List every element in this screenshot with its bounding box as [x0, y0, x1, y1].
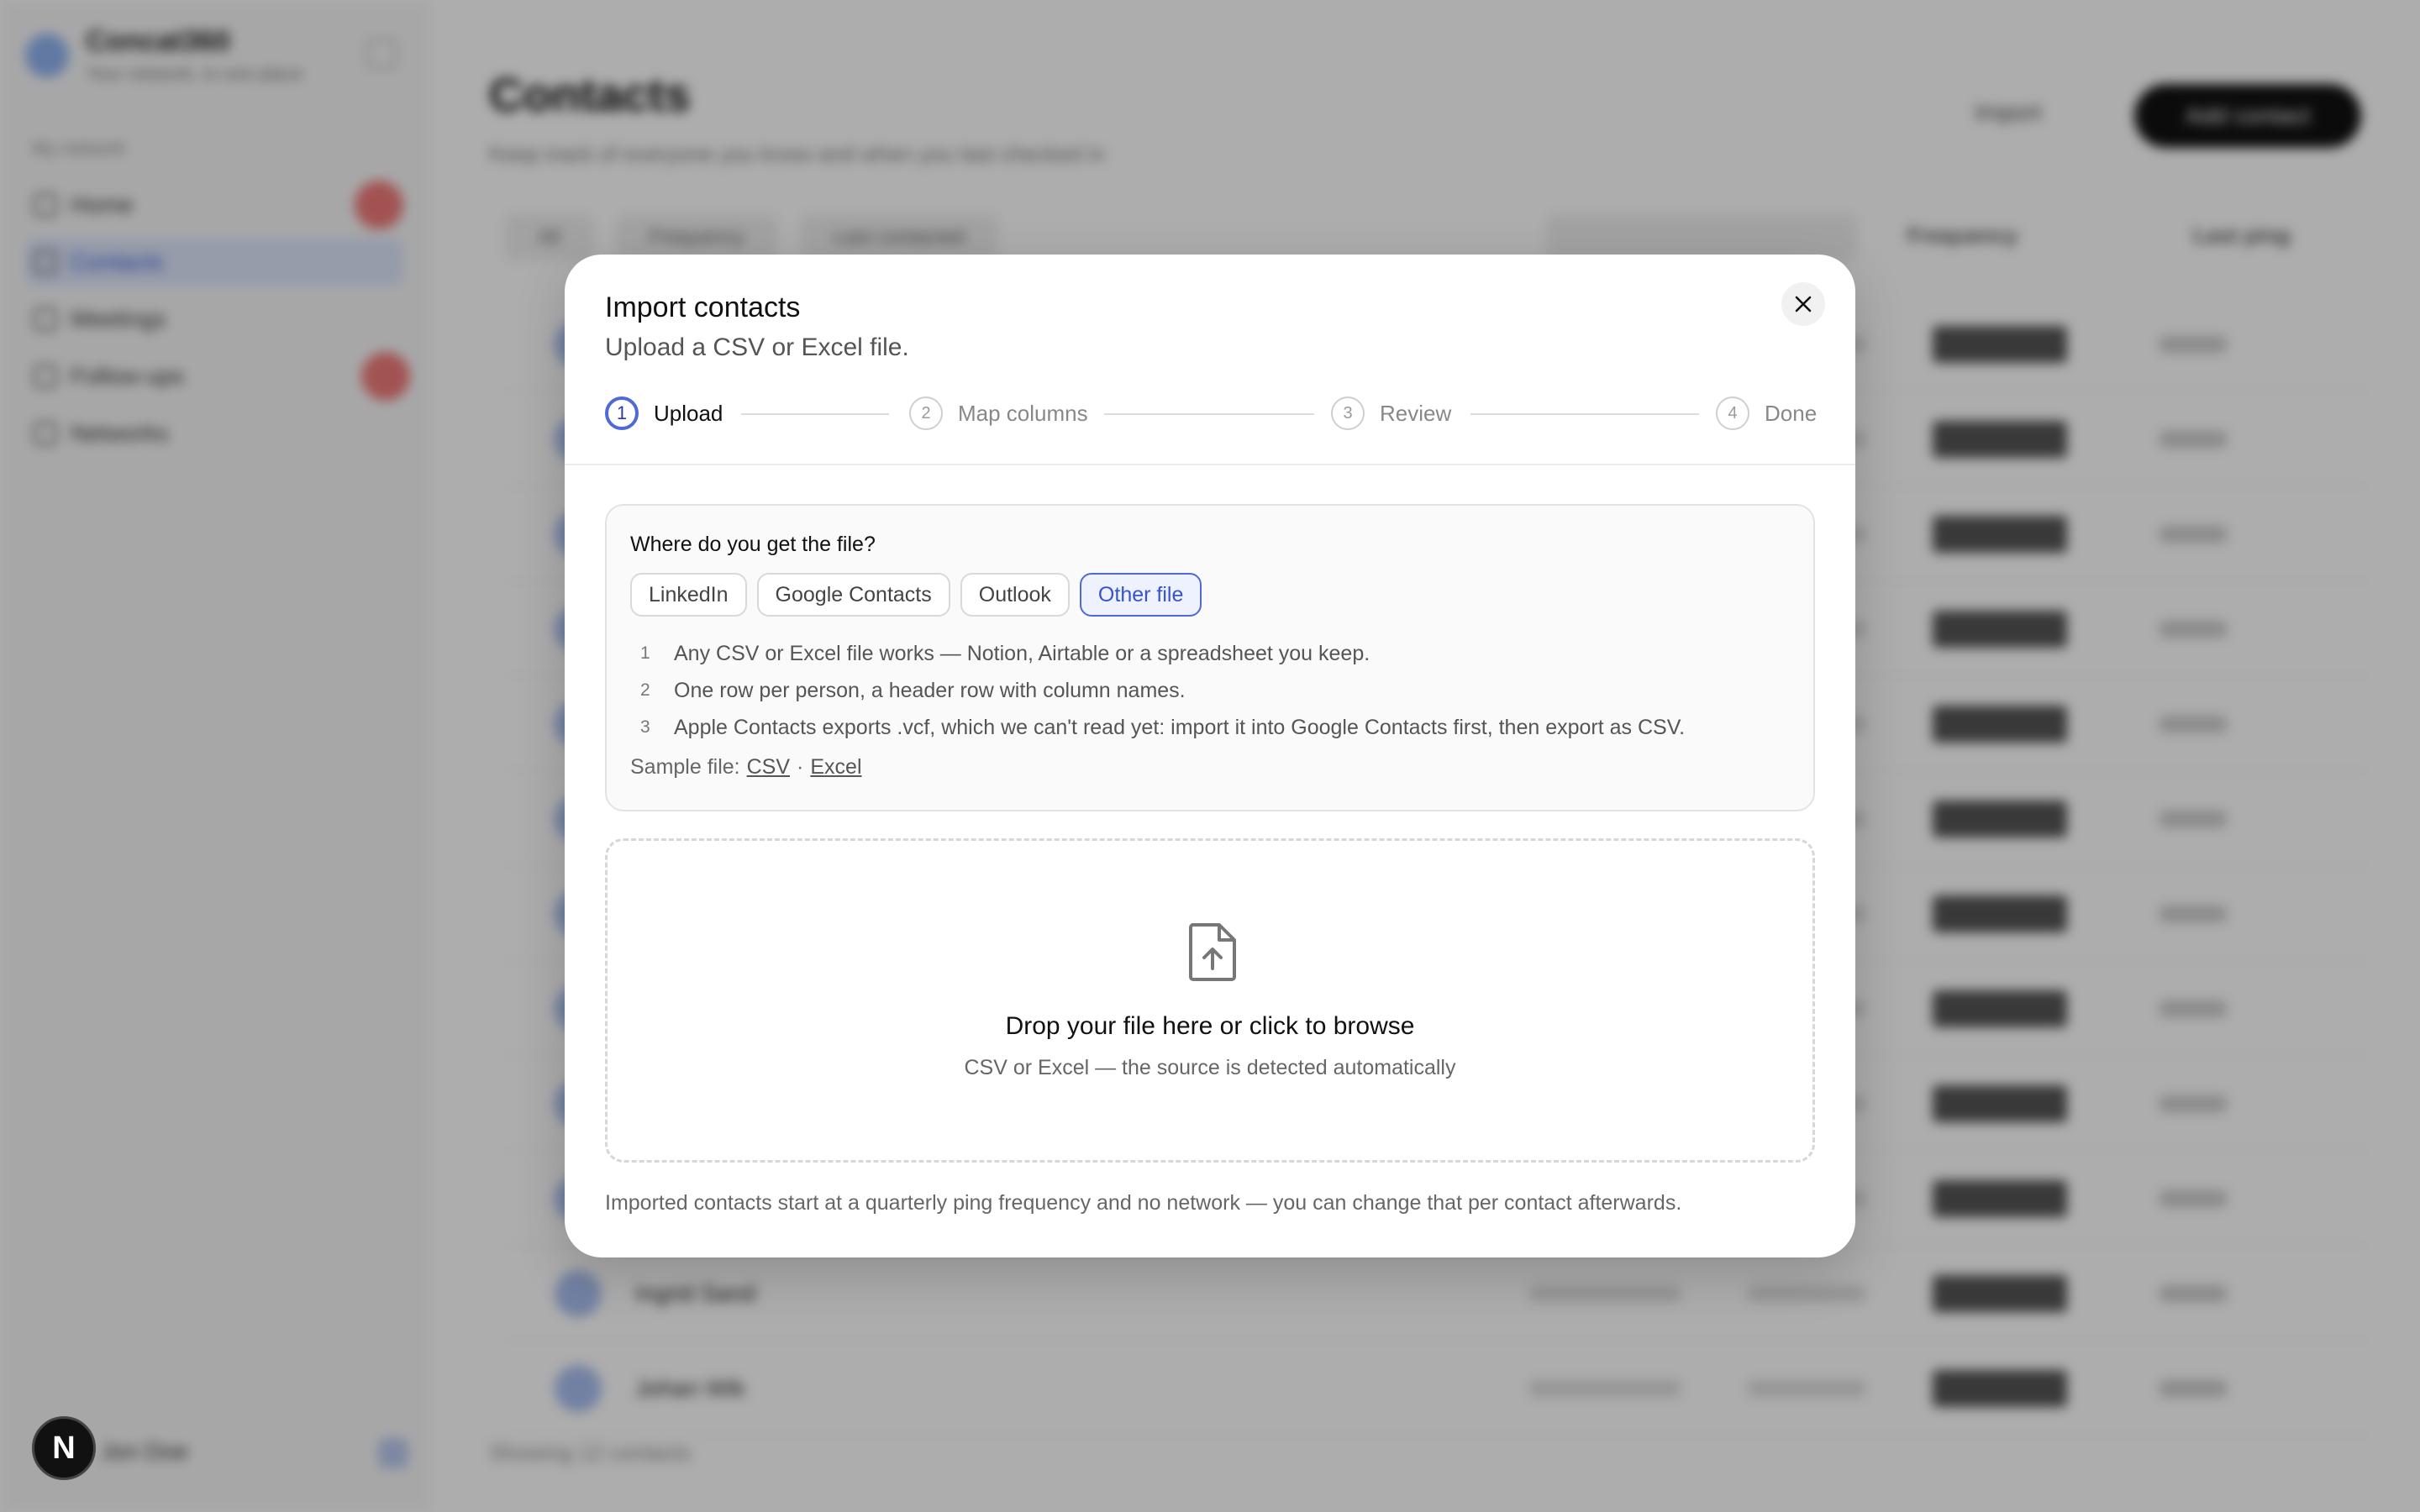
nextjs-dev-badge[interactable]: N — [32, 1416, 96, 1480]
instruction-item: 3 Apple Contacts exports .vcf, which we … — [630, 709, 1685, 746]
source-option-other-file[interactable]: Other file — [1079, 573, 1202, 617]
source-option-linkedin[interactable]: LinkedIn — [630, 573, 747, 617]
source-instructions: 1 Any CSV or Excel file works — Notion, … — [630, 635, 1685, 746]
dropzone-subtitle: CSV or Excel — the source is detected au… — [964, 1056, 1456, 1079]
source-question: Where do you get the file? — [630, 533, 876, 556]
sample-file-label: Sample file: — [630, 755, 740, 779]
sample-file-row: Sample file: CSV · Excel — [630, 755, 862, 780]
dialog-divider — [565, 464, 1855, 465]
dialog-subtitle: Upload a CSV or Excel file. — [605, 333, 909, 361]
import-stepper: 1 Upload 2 Map columns 3 Review 4 Done — [605, 395, 1817, 432]
instruction-text: Any CSV or Excel file works — Notion, Ai… — [674, 641, 1370, 665]
step-done: 4 Done — [1716, 395, 1817, 432]
step-connector — [1470, 413, 1699, 415]
instruction-text: Apple Contacts exports .vcf, which we ca… — [674, 715, 1686, 739]
instruction-text: One row per person, a header row with co… — [674, 678, 1186, 702]
source-option-outlook[interactable]: Outlook — [960, 573, 1070, 617]
file-dropzone[interactable]: Drop your file here or click to browse C… — [605, 838, 1815, 1163]
step-number: 2 — [909, 396, 943, 430]
sample-csv-link[interactable]: CSV — [747, 755, 790, 780]
dropzone-title: Drop your file here or click to browse — [1005, 1012, 1415, 1040]
step-label: Upload — [654, 400, 723, 426]
instruction-number: 3 — [640, 717, 650, 737]
file-upload-icon — [1189, 923, 1236, 981]
source-option-google-contacts[interactable]: Google Contacts — [756, 573, 950, 617]
sample-excel-link[interactable]: Excel — [810, 755, 861, 780]
import-note: Imported contacts start at a quarterly p… — [605, 1191, 1682, 1215]
instruction-number: 2 — [640, 680, 650, 700]
dialog-title: Import contacts — [605, 291, 801, 323]
step-map-columns: 2 Map columns — [909, 395, 1088, 432]
step-number: 4 — [1716, 396, 1749, 430]
sample-separator: · — [797, 755, 804, 779]
step-connector — [1104, 413, 1314, 415]
step-number: 1 — [605, 396, 639, 430]
file-source-card: Where do you get the file? LinkedIn Goog… — [605, 504, 1815, 811]
step-upload: 1 Upload — [605, 395, 723, 432]
step-connector — [741, 413, 889, 415]
close-icon — [1795, 296, 1812, 312]
close-button[interactable] — [1781, 282, 1825, 326]
step-label: Review — [1380, 400, 1452, 426]
step-label: Map columns — [958, 400, 1088, 426]
instruction-item: 1 Any CSV or Excel file works — Notion, … — [630, 635, 1685, 672]
instruction-item: 2 One row per person, a header row with … — [630, 672, 1685, 709]
source-options: LinkedIn Google Contacts Outlook Other f… — [630, 573, 1202, 617]
instruction-number: 1 — [640, 643, 650, 663]
step-review: 3 Review — [1331, 395, 1451, 432]
step-number: 3 — [1331, 396, 1365, 430]
step-label: Done — [1765, 400, 1818, 426]
import-contacts-dialog: Import contacts Upload a CSV or Excel fi… — [565, 255, 1855, 1257]
